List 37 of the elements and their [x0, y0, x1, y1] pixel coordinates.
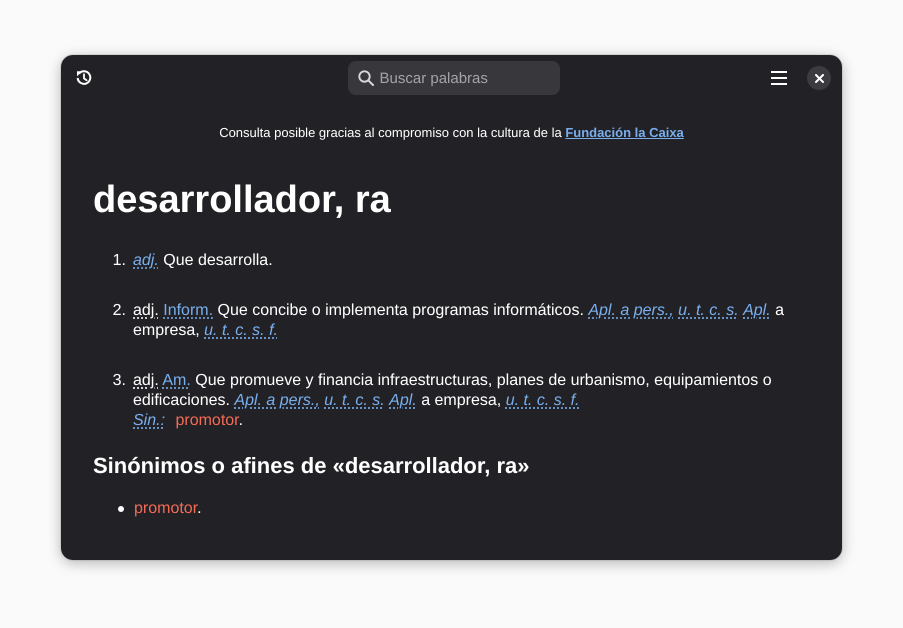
definition-text: adj. Inform. Que concibe o implementa programas informáticos. Apl. a pers., u. t. c. s. Apl. a empresa, u. t. c. s. f.	[133, 301, 786, 341]
definition-text: adj. Am. Que promueve y financia infraestructuras, planes de urbanismo, equipamientos o edificaciones. Apl. a pers., u. t. c. s. Apl. a empresa, u. t. c. s. f.	[133, 371, 773, 411]
menu-button[interactable]	[771, 71, 787, 85]
abbreviation-link[interactable]: Apl.	[743, 302, 771, 319]
synonym-item: promotor.	[134, 499, 202, 519]
history-icon	[76, 70, 92, 86]
definition-number: 3.	[112, 371, 127, 391]
synonym-link[interactable]: promotor	[175, 412, 239, 429]
search-icon	[358, 70, 374, 86]
abbreviation: adj.	[133, 302, 159, 319]
subject-link[interactable]: Inform.	[163, 302, 214, 319]
definition-number: 1.	[112, 251, 127, 271]
history-button[interactable]	[76, 70, 92, 86]
abbreviation-link[interactable]: Apl.	[389, 392, 417, 409]
abbreviation-link[interactable]: u. t. c. s. f.	[204, 322, 278, 339]
sponsor-link[interactable]: Fundación la Caixa	[565, 125, 684, 140]
close-button[interactable]	[807, 66, 831, 90]
entry-headword: desarrollador, ra	[93, 178, 391, 223]
abbreviation-link[interactable]: u. t. c. s. f.	[506, 392, 580, 409]
abbreviation-link[interactable]: Apl. a pers.,	[234, 392, 320, 409]
close-icon	[814, 74, 824, 82]
bullet-icon	[118, 506, 124, 512]
abbreviation-link[interactable]: u. t. c. s.	[678, 302, 739, 319]
menu-icon	[771, 71, 787, 85]
abbreviation-link[interactable]: u. t. c. s.	[324, 392, 385, 409]
abbreviation: adj.	[133, 372, 159, 389]
synonym-link[interactable]: promotor	[134, 500, 198, 517]
synonym-line: Sin.: promotor.	[133, 412, 244, 429]
sponsor-text: Consulta posible gracias al compromiso con la cultura de la Fundación la Caixa	[219, 125, 684, 140]
definition-text: adj. Que desarrolla.	[133, 251, 274, 271]
synonyms-heading: Sinónimos o afines de «desarrollador, ra»	[93, 452, 530, 479]
subject-link[interactable]: Am.	[162, 372, 191, 389]
abbreviation-link[interactable]: Sin.:	[133, 412, 166, 429]
definition-number: 2.	[112, 301, 127, 321]
abbreviation-link[interactable]: adj.	[133, 252, 159, 269]
search-field[interactable]: Buscar palabras	[348, 61, 560, 95]
abbreviation-link[interactable]: Apl. a pers.,	[588, 302, 674, 319]
